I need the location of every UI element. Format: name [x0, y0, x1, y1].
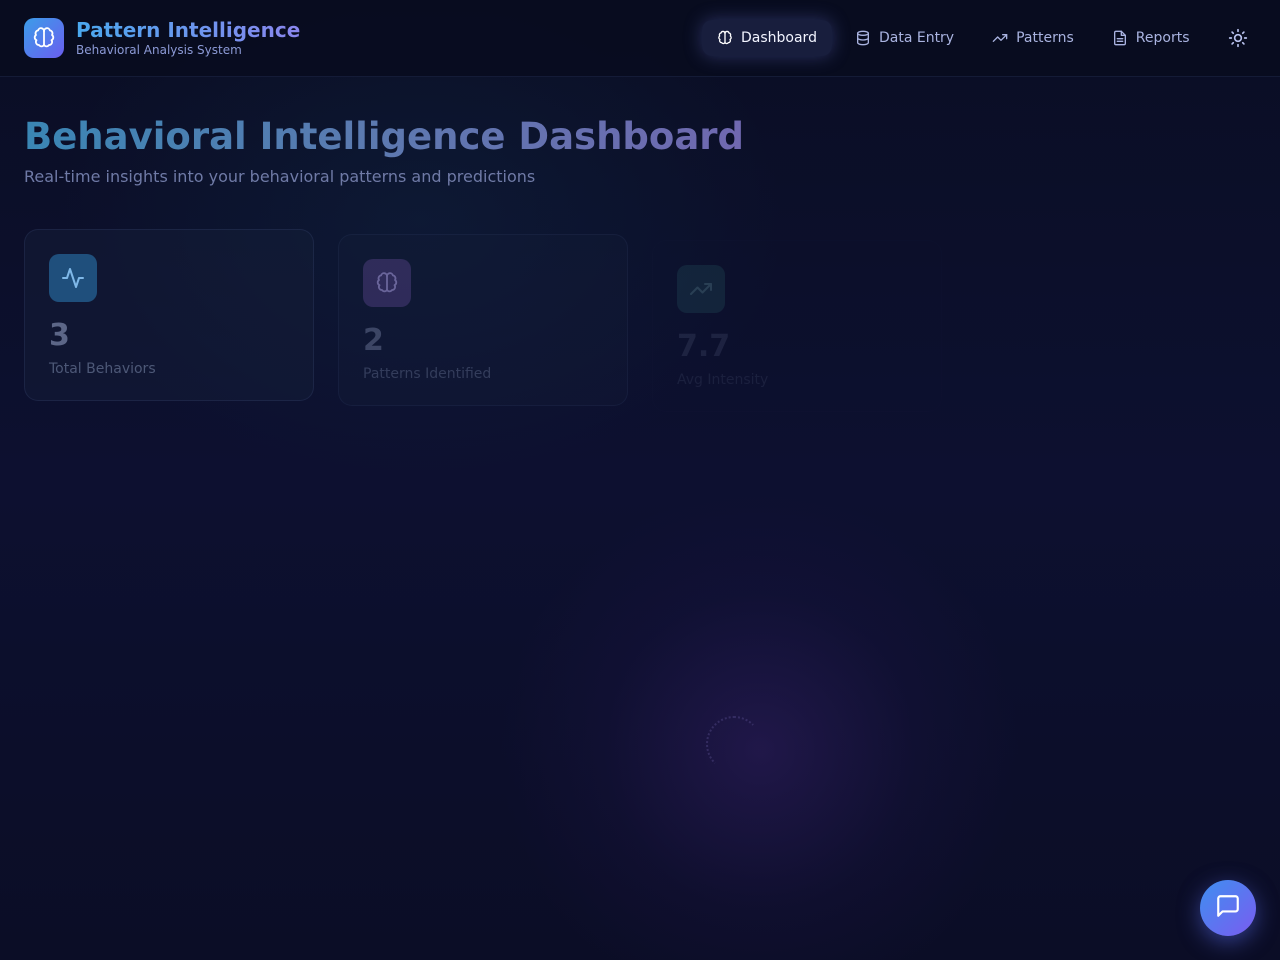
trending-up-icon	[677, 265, 725, 313]
brand[interactable]: Pattern Intelligence Behavioral Analysis…	[24, 18, 300, 58]
sun-icon[interactable]	[1228, 28, 1248, 48]
main-nav: Dashboard Data Entry Patterns Reports	[702, 20, 1212, 56]
stat-label: Total Behaviors	[49, 361, 156, 377]
trending-up-icon	[992, 30, 1008, 46]
nav-item-data-entry[interactable]: Data Entry	[840, 20, 969, 56]
nav-label: Patterns	[1016, 30, 1074, 46]
stat-value: 2	[363, 323, 384, 358]
activity-icon	[49, 254, 97, 302]
page-subtitle: Real-time insights into your behavioral …	[24, 167, 536, 186]
nav-item-reports[interactable]: Reports	[1097, 20, 1205, 56]
brand-title: Pattern Intelligence	[76, 18, 301, 42]
brain-icon	[24, 18, 64, 58]
page-title: Behavioral Intelligence Dashboard	[24, 115, 745, 158]
file-text-icon	[1112, 30, 1128, 46]
loading-spinner	[706, 716, 762, 772]
nav-label: Dashboard	[741, 30, 817, 46]
stat-label: Patterns Identified	[363, 366, 492, 382]
stat-value: 3	[49, 318, 70, 353]
stat-value: 7.7	[677, 329, 731, 364]
brain-icon	[717, 30, 733, 46]
top-header: Pattern Intelligence Behavioral Analysis…	[0, 0, 1280, 77]
nav-label: Data Entry	[878, 30, 955, 46]
stat-label: Avg Intensity	[677, 372, 769, 388]
nav-item-patterns[interactable]: Patterns	[977, 20, 1089, 56]
stat-card-total-behaviors: 3 Total Behaviors	[24, 229, 314, 401]
brand-subtitle: Behavioral Analysis System	[76, 43, 242, 57]
stat-card-avg-intensity: 7.7 Avg Intensity	[652, 240, 942, 412]
stat-card-patterns-identified: 2 Patterns Identified	[338, 234, 628, 406]
nav-item-dashboard[interactable]: Dashboard	[702, 20, 832, 56]
brain-icon	[363, 259, 411, 307]
chat-button[interactable]	[1200, 880, 1256, 936]
message-square-icon	[1215, 893, 1241, 923]
database-icon	[855, 30, 871, 46]
nav-label: Reports	[1135, 30, 1190, 46]
